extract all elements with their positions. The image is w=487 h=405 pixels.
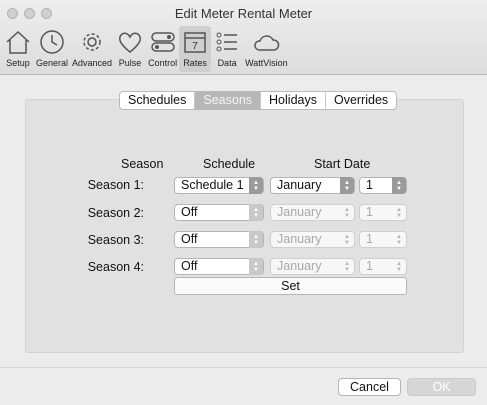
- seasons-panel: [25, 99, 464, 353]
- toolbar-data[interactable]: Data: [211, 26, 243, 72]
- tab-seasons[interactable]: Seasons: [195, 92, 262, 109]
- season-4-day-select: 1 ▲ ▼: [359, 258, 407, 275]
- season-row-label: Season 3:: [87, 233, 144, 247]
- stepper-arrows-icon: ▲ ▼: [396, 206, 402, 219]
- stepper-arrows-icon: ▲ ▼: [396, 233, 402, 246]
- toolbar-setup[interactable]: Setup: [2, 26, 34, 72]
- season-row-label: Season 2:: [87, 206, 144, 220]
- toolbar-label: Rates: [183, 58, 207, 68]
- toolbar-label: Advanced: [72, 58, 113, 68]
- select-value: Off: [181, 205, 198, 219]
- season-4-schedule-select[interactable]: Off ▲ ▼: [174, 258, 264, 275]
- tab-holidays[interactable]: Holidays: [261, 92, 326, 109]
- toggle-icon: [150, 32, 175, 52]
- stepper-arrows-icon: ▲ ▼: [249, 177, 263, 194]
- heart-icon: [119, 32, 142, 53]
- select-value: 1: [366, 205, 373, 219]
- toolbar-label: Control: [148, 58, 178, 68]
- stepper-arrows-icon: ▲ ▼: [344, 260, 350, 273]
- toolbar-general[interactable]: General: [34, 26, 70, 72]
- season-4-month-select: January ▲ ▼: [270, 258, 355, 275]
- clock-icon: [40, 30, 64, 54]
- toolbar-label: Setup: [6, 58, 30, 68]
- toolbar-pulse[interactable]: Pulse: [114, 26, 146, 72]
- stepper-arrows-icon: ▲ ▼: [249, 258, 263, 275]
- select-value: 1: [366, 232, 373, 246]
- season-1-day-select[interactable]: 1 ▲ ▼: [359, 177, 407, 194]
- season-row-label: Season 4:: [87, 260, 144, 274]
- stepper-arrows-icon: ▲ ▼: [249, 231, 263, 248]
- toolbar: Setup General Advanced Pulse Control 7 R…: [2, 26, 290, 72]
- season-column-header: Season: [121, 157, 164, 171]
- toolbar-rates[interactable]: 7 Rates: [179, 26, 212, 72]
- gear-icon: [83, 33, 101, 51]
- title-bar: Edit Meter Rental Meter Setup General Ad…: [0, 0, 487, 75]
- stepper-arrows-icon: ▲ ▼: [392, 177, 406, 194]
- set-button[interactable]: Set: [174, 277, 407, 295]
- schedule-column-header: Schedule: [203, 157, 256, 171]
- season-2-day-select: 1 ▲ ▼: [359, 204, 407, 221]
- select-value: January: [277, 178, 322, 192]
- select-value: 1: [366, 259, 373, 273]
- preferences-window: Edit Meter Rental Meter Setup General Ad…: [0, 0, 487, 405]
- season-3-schedule-select[interactable]: Off ▲ ▼: [174, 231, 264, 248]
- calendar-icon: 7: [184, 32, 206, 53]
- season-3-day-select: 1 ▲ ▼: [359, 231, 407, 248]
- select-value: January: [277, 205, 322, 219]
- stepper-arrows-icon: ▲ ▼: [396, 260, 402, 273]
- season-1-schedule-select[interactable]: Schedule 1 ▲ ▼: [174, 177, 264, 194]
- start-date-column-header: Start Date: [314, 157, 371, 171]
- select-value: Off: [181, 232, 198, 246]
- toolbar-advanced[interactable]: Advanced: [70, 26, 114, 72]
- season-row-label: Season 1:: [87, 178, 144, 192]
- select-value: January: [277, 232, 322, 246]
- stepper-arrows-icon: ▲ ▼: [344, 206, 350, 219]
- season-3-month-select: January ▲ ▼: [270, 231, 355, 248]
- ok-button[interactable]: OK: [407, 378, 476, 396]
- cloud-icon: [254, 35, 280, 51]
- tab-overrides[interactable]: Overrides: [326, 92, 396, 109]
- toolbar-label: WattVision: [245, 58, 288, 68]
- toolbar-wattvision[interactable]: WattVision: [243, 26, 290, 72]
- season-2-schedule-select[interactable]: Off ▲ ▼: [174, 204, 264, 221]
- stepper-arrows-icon: ▲ ▼: [340, 177, 354, 194]
- season-2-month-select: January ▲ ▼: [270, 204, 355, 221]
- season-1-month-select[interactable]: January ▲ ▼: [270, 177, 355, 194]
- toolbar-label: Pulse: [118, 58, 142, 68]
- toolbar-label: Data: [217, 58, 237, 68]
- list-icon: [216, 32, 238, 52]
- tab-schedules[interactable]: Schedules: [120, 92, 196, 109]
- select-value: Off: [181, 259, 198, 273]
- stepper-arrows-icon: ▲ ▼: [249, 204, 263, 221]
- select-value: 1: [366, 178, 373, 192]
- toolbar-control[interactable]: Control: [146, 26, 179, 72]
- select-value: January: [277, 259, 322, 273]
- footer-divider: [0, 367, 487, 368]
- segmented-tabs: Schedules Seasons Holidays Overrides: [119, 91, 398, 110]
- stepper-arrows-icon: ▲ ▼: [344, 233, 350, 246]
- toolbar-label: General: [36, 58, 69, 68]
- cancel-button[interactable]: Cancel: [338, 378, 401, 396]
- window-title: Edit Meter Rental Meter: [174, 6, 313, 21]
- select-value: Schedule 1: [181, 178, 244, 192]
- house-icon: [6, 30, 30, 54]
- calendar-day: 7: [192, 41, 198, 52]
